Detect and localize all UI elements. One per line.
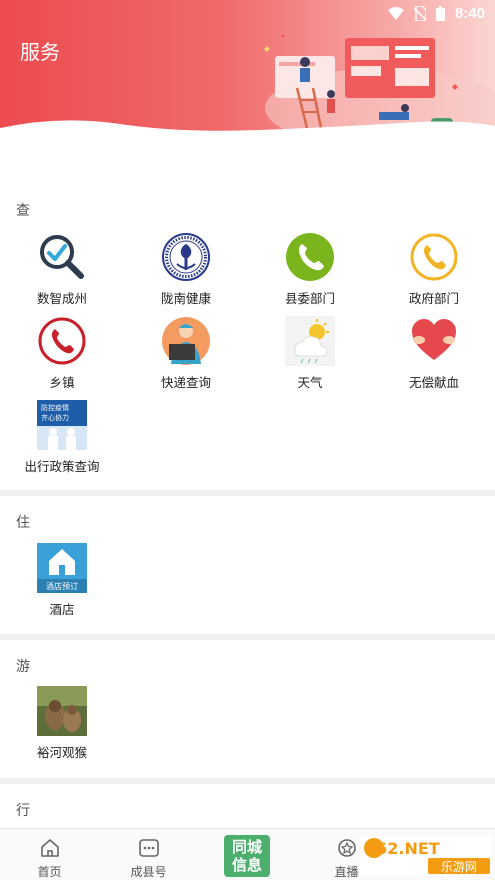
home-icon: [41, 839, 59, 857]
red-phone-icon: [38, 317, 86, 365]
watermark-brand: 962.NET: [365, 839, 440, 858]
service-express-query[interactable]: 快递查询: [124, 316, 248, 396]
center-line1: 同城: [231, 838, 262, 856]
section-divider: [0, 634, 495, 640]
service-label: 酒店: [49, 602, 75, 617]
travel-tile-line2: 齐心协力: [41, 413, 69, 422]
service-weather[interactable]: 天气: [248, 316, 372, 396]
live-icon: [338, 839, 356, 857]
heart-icon: [412, 319, 456, 360]
service-label: 出行政策查询: [24, 459, 100, 474]
nav-label: 成县号: [130, 865, 167, 879]
service-label: 乡镇: [49, 375, 75, 390]
header: 8:40 服务: [0, 0, 495, 150]
watermark-sub: 乐游网: [441, 860, 477, 874]
status-time: 8:40: [454, 5, 485, 22]
service-shuzhi-chengzhou[interactable]: 数智成州: [0, 232, 124, 312]
health-emblem-icon: [162, 233, 210, 281]
magnifier-check-icon: [40, 235, 84, 279]
nav-tongcheng-info-button[interactable]: 同城 信息: [224, 835, 270, 877]
center-line2: 信息: [231, 856, 262, 874]
section-title-zhu: 住: [16, 515, 30, 531]
service-label: 政府部门: [408, 291, 459, 306]
yellow-phone-icon: [410, 233, 458, 281]
section-title-xing: 行: [16, 803, 30, 819]
service-label: 数智成州: [36, 291, 87, 306]
weather-icon: [285, 316, 335, 366]
header-wave: [0, 120, 495, 150]
travel-tile-line1: 防控疫情: [41, 403, 69, 412]
service-travel-policy[interactable]: 防控疫情 齐心协力 出行政策查询: [0, 400, 124, 480]
no-sim-icon: [413, 6, 426, 21]
service-label: 天气: [297, 375, 323, 390]
courier-icon: [162, 317, 210, 365]
page-title: 服务: [20, 40, 60, 64]
status-bar: 8:40: [0, 0, 495, 28]
battery-icon: [435, 6, 445, 21]
service-blood-donation[interactable]: 无偿献血: [372, 316, 495, 396]
travel-policy-icon: 防控疫情 齐心协力: [37, 400, 87, 450]
nav-chengxian-hao[interactable]: 成县号: [99, 829, 198, 880]
service-label: 陇南健康: [160, 291, 211, 306]
service-label: 裕河观猴: [36, 745, 87, 760]
section-title-you: 游: [16, 659, 30, 675]
service-hotel[interactable]: 酒店预订 酒店: [0, 543, 124, 623]
chat-icon: [139, 839, 159, 857]
service-label: 快递查询: [160, 375, 211, 390]
hotel-badge: 酒店预订: [46, 581, 78, 591]
section-title-cha: 查: [16, 203, 30, 219]
monkey-photo-icon: [37, 686, 87, 736]
service-township[interactable]: 乡镇: [0, 316, 124, 396]
service-government-dept[interactable]: 政府部门: [372, 232, 495, 312]
nav-home[interactable]: 首页: [0, 829, 99, 880]
service-longnan-health[interactable]: 陇南健康: [124, 232, 248, 312]
service-label: 县委部门: [284, 291, 335, 306]
service-yuhe-monkey[interactable]: 裕河观猴: [0, 686, 124, 766]
section-divider: [0, 778, 495, 784]
site-watermark-logo: 962.NET 乐游网: [360, 836, 492, 876]
nav-label: 首页: [37, 865, 62, 879]
section-divider: [0, 490, 495, 496]
green-phone-icon: [286, 233, 334, 281]
service-label: 无偿献血: [408, 375, 459, 390]
wifi-icon: [387, 6, 404, 20]
service-county-committee[interactable]: 县委部门: [248, 232, 372, 312]
hotel-icon: 酒店预订: [37, 543, 87, 593]
